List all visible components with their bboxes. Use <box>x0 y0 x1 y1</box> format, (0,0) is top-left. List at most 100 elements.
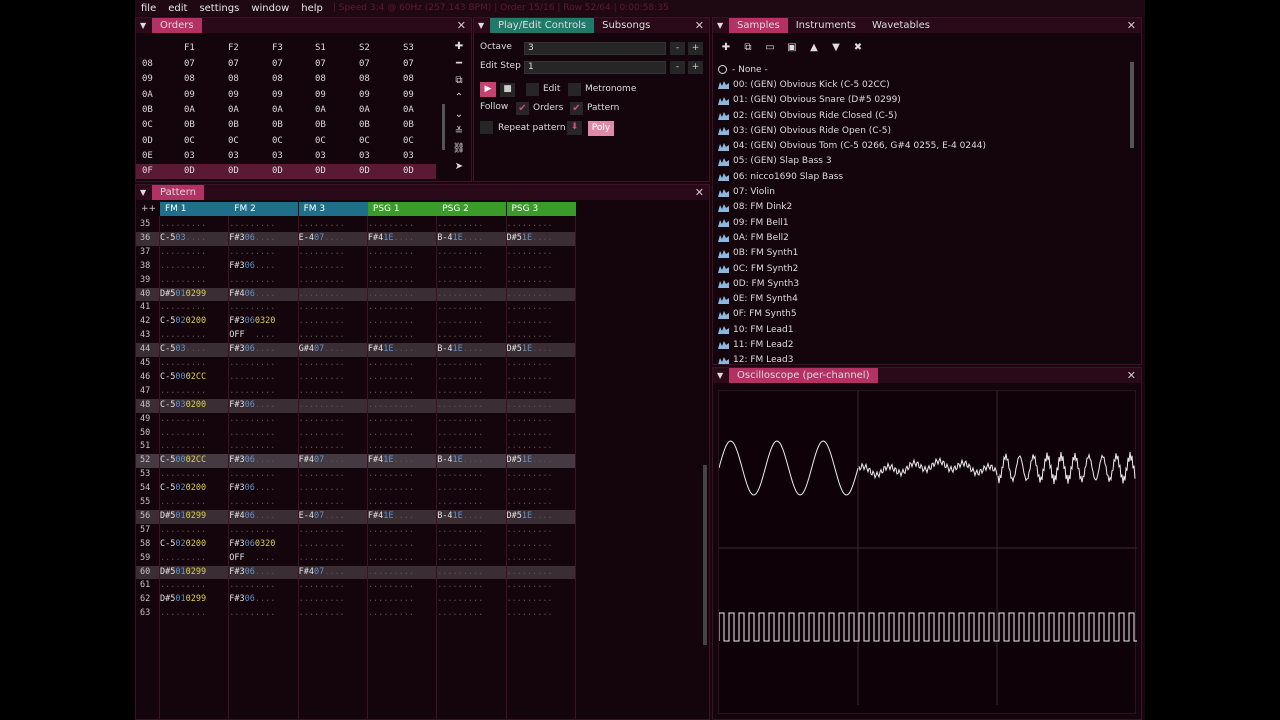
order-cell[interactable]: 0D <box>315 166 326 176</box>
pattern-cell[interactable]: ......... <box>437 386 483 396</box>
duplicate-order-icon[interactable]: ⧉ <box>452 74 466 88</box>
order-cell[interactable]: 03 <box>272 151 283 161</box>
pattern-cell[interactable]: E-407.... <box>299 233 345 243</box>
pattern-cell[interactable]: ......... <box>160 302 206 312</box>
pattern-cell[interactable]: ......... <box>437 302 483 312</box>
order-row[interactable]: 0C 0B 0B 0B 0B 0B 0B <box>136 118 436 133</box>
pattern-cell[interactable]: ......... <box>507 594 553 604</box>
pattern-row[interactable]: 60 D#5010299 F#306.... F#407...............… <box>136 565 576 580</box>
order-cell[interactable]: 07 <box>184 59 195 69</box>
order-cell[interactable]: 0C <box>184 136 195 146</box>
pattern-cell[interactable]: ......... <box>437 469 483 479</box>
pattern-cell[interactable]: F#306.... <box>229 483 275 493</box>
order-row[interactable]: 0D 0C 0C 0C 0C 0C 0C <box>136 134 436 149</box>
pattern-cell[interactable]: ......... <box>368 539 414 549</box>
poly-button[interactable]: Poly <box>588 121 614 136</box>
close-icon[interactable]: ✕ <box>695 185 704 200</box>
pattern-cell[interactable]: ......... <box>507 539 553 549</box>
pattern-cell[interactable]: ......... <box>160 580 206 590</box>
pattern-row[interactable]: 49......................................… <box>136 413 576 427</box>
order-row[interactable]: 0A 09 09 09 09 09 09 <box>136 88 436 103</box>
list-item[interactable]: 12: FM Lead3 <box>718 353 1125 364</box>
channel-header[interactable]: PSG 2 <box>437 202 507 216</box>
pattern-cell[interactable]: ......... <box>299 372 345 382</box>
pattern-cell[interactable]: ......... <box>160 247 206 257</box>
metronome-checkbox[interactable] <box>568 83 581 96</box>
order-cell[interactable]: 08 <box>272 74 283 84</box>
pattern-cell[interactable]: ......... <box>368 316 414 326</box>
pattern-row[interactable]: 55......................................… <box>136 496 576 510</box>
pattern-cell[interactable]: ......... <box>437 316 483 326</box>
pattern-cell[interactable]: ......... <box>368 469 414 479</box>
channel-header[interactable]: FM 2 <box>229 202 299 216</box>
tab-wavetables[interactable]: Wavetables <box>864 18 938 33</box>
pattern-cell[interactable]: F#41E.... <box>368 233 414 243</box>
pattern-cell[interactable]: OFF .... <box>229 330 275 340</box>
pattern-row[interactable]: 35......................................… <box>136 218 576 232</box>
pattern-cell[interactable]: OFF .... <box>229 553 275 563</box>
pattern-cell[interactable]: ......... <box>437 594 483 604</box>
pattern-cell[interactable]: ......... <box>368 261 414 271</box>
pattern-row[interactable]: 61......................................… <box>136 579 576 593</box>
order-row[interactable]: 08 07 07 07 07 07 07 <box>136 57 436 72</box>
order-cell[interactable]: 08 <box>359 74 370 84</box>
order-cell[interactable]: 0A <box>315 105 326 115</box>
cursor-icon[interactable]: ➤ <box>452 160 466 174</box>
channel-header[interactable]: FM 1 <box>160 202 229 216</box>
pattern-cell[interactable]: ......... <box>507 219 553 229</box>
order-row[interactable]: 09 08 08 08 08 08 08 <box>136 72 436 87</box>
collapse-icon[interactable]: ▼ <box>140 188 148 197</box>
pattern-cell[interactable]: ......... <box>437 330 483 340</box>
pattern-cell[interactable]: ......... <box>160 219 206 229</box>
pattern-row[interactable]: 51......................................… <box>136 440 576 454</box>
pattern-cell[interactable]: ......... <box>368 400 414 410</box>
order-cell[interactable]: 03 <box>359 151 370 161</box>
order-cell[interactable]: 0B <box>315 120 326 130</box>
tab-pattern[interactable]: Pattern <box>152 185 204 200</box>
move-down-icon[interactable]: ▼ <box>828 41 844 55</box>
editstep-field[interactable]: 1 <box>524 61 666 74</box>
pattern-cell[interactable]: C-503.... <box>160 344 206 354</box>
pattern-row[interactable]: 37......................................… <box>136 246 576 260</box>
pattern-cell[interactable]: ......... <box>507 316 553 326</box>
pattern-cell[interactable]: ......... <box>229 219 275 229</box>
list-item[interactable]: 04: (GEN) Obvious Tom (C-5 0266, G#4 025… <box>718 138 1125 153</box>
pattern-cell[interactable]: D#51E.... <box>507 233 553 243</box>
pattern-cell[interactable]: ......... <box>229 608 275 618</box>
pattern-cell[interactable]: ......... <box>229 275 275 285</box>
order-cell[interactable]: 0B <box>184 120 195 130</box>
list-item[interactable]: 01: (GEN) Obvious Snare (D#5 0299) <box>718 93 1125 108</box>
menu-settings[interactable]: settings <box>193 3 245 14</box>
pattern-cell[interactable]: ......... <box>368 497 414 507</box>
repeat-pattern-checkbox[interactable] <box>480 121 493 134</box>
pattern-cell[interactable]: ......... <box>368 525 414 535</box>
pattern-cell[interactable]: ......... <box>299 539 345 549</box>
pattern-cell[interactable]: ......... <box>299 330 345 340</box>
pattern-cell[interactable]: ......... <box>437 608 483 618</box>
menu-help[interactable]: help <box>295 3 329 14</box>
pattern-cell[interactable]: ......... <box>299 358 345 368</box>
order-cell[interactable]: 07 <box>359 59 370 69</box>
pattern-cell[interactable]: ......... <box>229 469 275 479</box>
list-item[interactable]: 0F: FM Synth5 <box>718 307 1125 322</box>
pattern-cell[interactable]: ......... <box>368 275 414 285</box>
pattern-cell[interactable]: F#306.... <box>229 567 275 577</box>
order-cell[interactable]: 0D <box>228 166 239 176</box>
pattern-cell[interactable]: C-50002CC <box>160 372 206 382</box>
delete-icon[interactable]: ✖ <box>850 41 866 55</box>
order-cell[interactable]: 0B <box>228 120 239 130</box>
pattern-cell[interactable]: ......... <box>507 441 553 451</box>
close-icon[interactable]: ✕ <box>695 18 704 33</box>
pattern-cell[interactable]: F#306.... <box>229 344 275 354</box>
pattern-cell[interactable]: ......... <box>299 247 345 257</box>
order-cell[interactable]: 09 <box>403 90 414 100</box>
pattern-row[interactable]: 58 C-5020200 F#3060320....................… <box>136 538 576 552</box>
pattern-cell[interactable]: C-503.... <box>160 233 206 243</box>
pattern-cell[interactable]: ......... <box>507 261 553 271</box>
pattern-cell[interactable]: C-5020200 <box>160 316 206 326</box>
channel-header[interactable]: PSG 3 <box>506 202 576 216</box>
move-up-icon[interactable]: ▲ <box>806 41 822 55</box>
follow-pattern-checkbox[interactable]: ✔ <box>570 102 583 115</box>
pattern-cell[interactable]: ......... <box>437 219 483 229</box>
pattern-cell[interactable]: D#5010299 <box>160 511 206 521</box>
